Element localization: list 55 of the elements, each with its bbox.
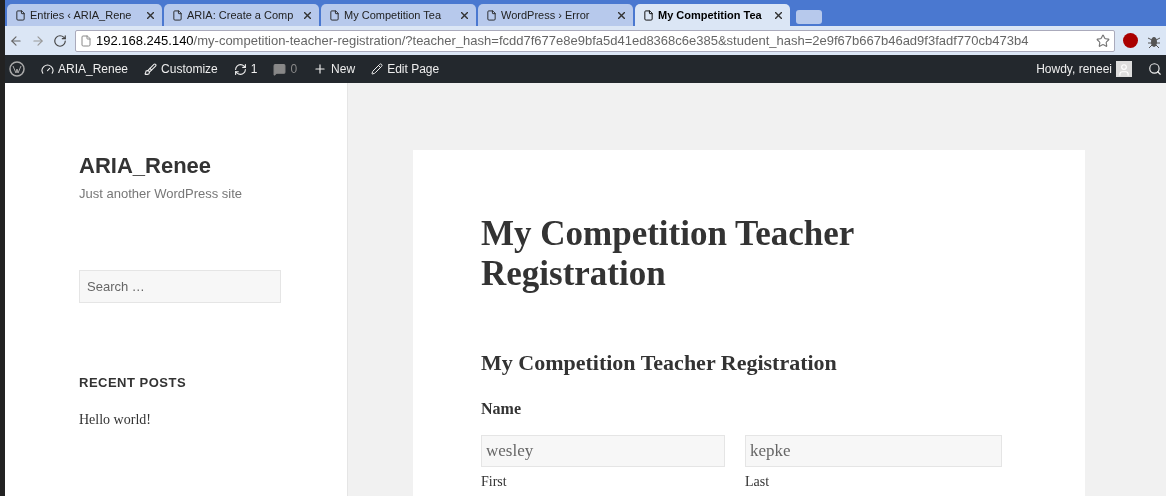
page-icon — [329, 9, 340, 21]
address-field[interactable]: 192.168.245.140/my-competition-teacher-registration/?teacher_hash=fcdd7f677e8e9bfa5d41ed8368c6e385&student_hash=2e9f67b667b46ad9f3fadf770cb473b4 — [75, 29, 1115, 52]
account-link[interactable]: Howdy, reneei — [1036, 60, 1132, 78]
post-link[interactable]: Hello world! — [79, 409, 347, 430]
page-icon — [486, 9, 497, 21]
close-icon[interactable] — [461, 11, 468, 19]
new-link[interactable]: New — [313, 60, 356, 78]
name-field[interactable]: wesley — [481, 435, 725, 467]
avatar-icon — [1116, 61, 1132, 77]
page-icon — [172, 9, 183, 21]
updates-link[interactable]: 1 — [233, 60, 258, 78]
bookmark-star-icon[interactable] — [1096, 33, 1110, 48]
tab-title: WordPress › Error — [501, 7, 590, 23]
edit-page-link[interactable]: Edit Page — [371, 60, 440, 78]
page-icon — [80, 34, 92, 47]
dashboard-icon — [41, 62, 54, 76]
brush-icon — [144, 62, 158, 76]
field-sublabel: Last — [745, 473, 771, 491]
site-menu-link[interactable]: ARIA_Renee — [41, 60, 129, 78]
site-tagline: Just another WordPress site — [79, 185, 244, 203]
tab-title: ARIA: Create a Comp — [187, 7, 294, 23]
customize-link[interactable]: Customize — [144, 60, 218, 78]
close-icon[interactable] — [304, 11, 311, 19]
browser-tab[interactable]: WordPress › Error — [478, 4, 633, 26]
browser-tab[interactable]: My Competition Tea — [321, 4, 476, 26]
field-label: Name — [481, 399, 522, 419]
plus-icon — [313, 62, 328, 76]
browser-tab[interactable]: Entries ‹ ARIA_Rene — [7, 4, 162, 26]
wordpress-logo-icon[interactable] — [9, 61, 25, 77]
page-icon — [15, 9, 26, 21]
url-path: /my-competition-teacher-registration/?teacher_hash=fcdd7f677e8e9bfa5d41ed8368c6e385&student_hash=2e9f67b667b46ad9f3fadf770cb473b4 — [193, 31, 1029, 50]
site-title[interactable]: ARIA_Renee — [79, 149, 347, 182]
pencil-icon — [371, 63, 384, 75]
close-icon[interactable] — [775, 11, 782, 19]
back-icon[interactable] — [9, 33, 23, 48]
comment-icon — [273, 62, 287, 76]
close-icon[interactable] — [618, 11, 625, 19]
page-title: My Competition Teacher Registration — [481, 214, 855, 294]
tab-title: Entries ‹ ARIA_Rene — [30, 7, 132, 23]
page-icon — [643, 9, 654, 21]
form-title: My Competition Teacher Registration — [481, 349, 838, 377]
name-field[interactable]: kepke — [745, 435, 1002, 467]
close-icon[interactable] — [147, 11, 154, 19]
reload-icon[interactable] — [53, 33, 67, 48]
tab-title: My Competition Tea — [658, 7, 762, 23]
browser-tab[interactable]: My Competition Tea — [635, 4, 790, 26]
tab-title: My Competition Tea — [344, 7, 441, 23]
widget-heading: RECENT POSTS — [79, 373, 188, 392]
search-icon[interactable] — [1148, 62, 1162, 76]
comments-link[interactable]: 0 — [273, 60, 298, 78]
browser-tab[interactable]: ARIA: Create a Comp — [164, 4, 319, 26]
field-sublabel: First — [481, 473, 508, 491]
refresh-icon — [233, 62, 247, 76]
url-host: 192.168.245.140 — [96, 31, 194, 50]
search-field[interactable]: Search … — [79, 269, 281, 303]
